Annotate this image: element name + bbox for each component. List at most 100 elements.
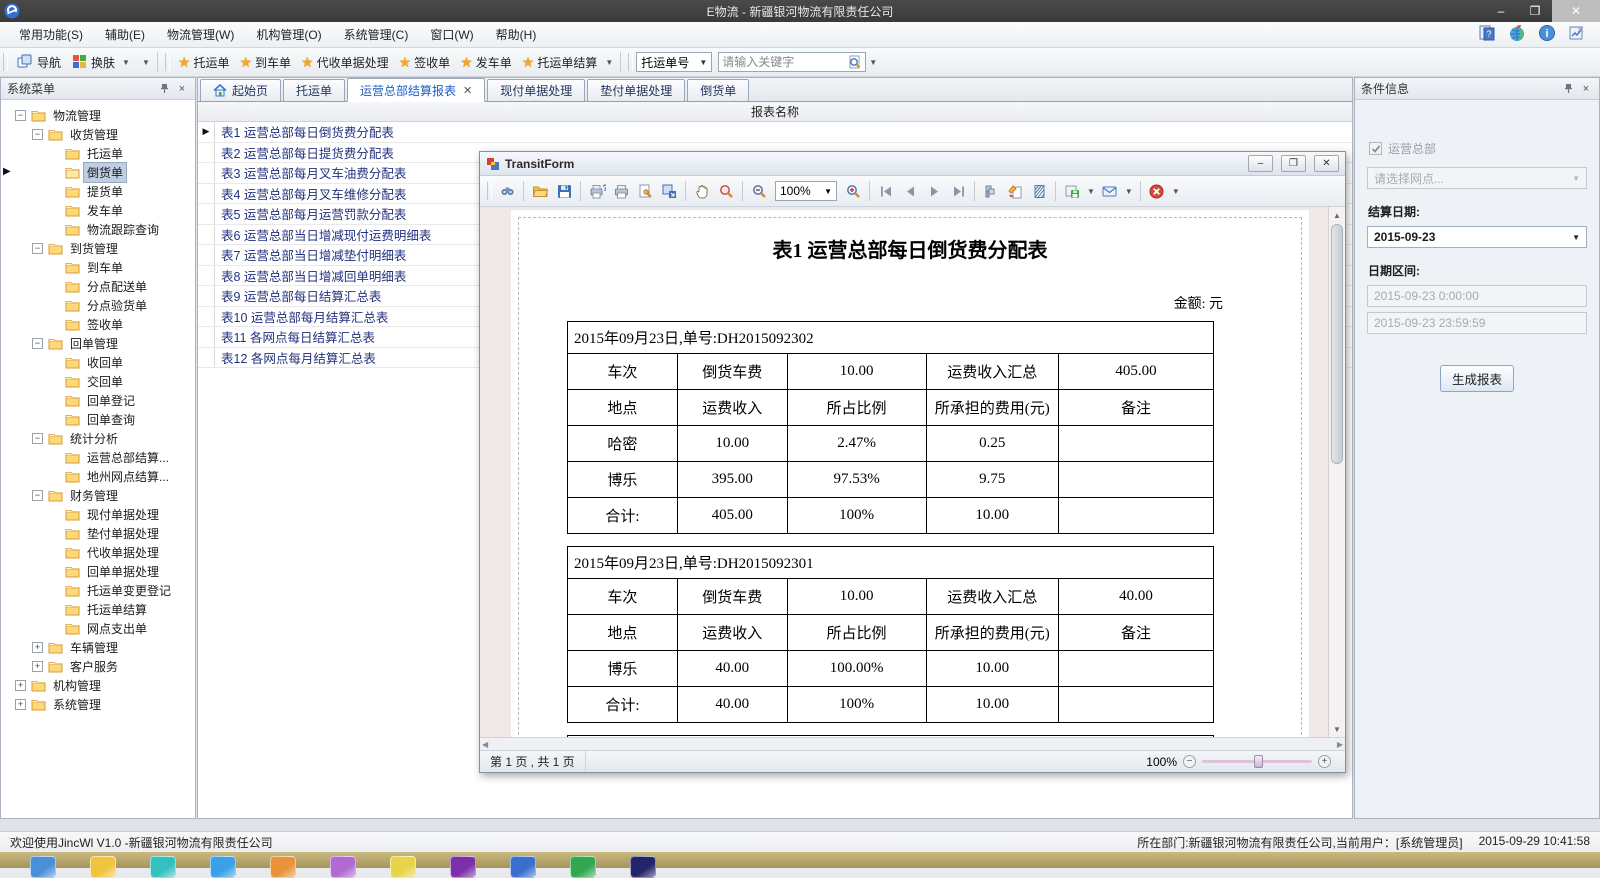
open-icon[interactable] — [528, 179, 552, 203]
favorite-0[interactable]: ★托运单 — [173, 51, 235, 74]
tree-item-收货管理[interactable]: −收货管理 — [1, 125, 195, 144]
tree-item-代收单据处理[interactable]: 代收单据处理 — [1, 543, 195, 562]
watermark-icon[interactable] — [1027, 179, 1051, 203]
tree-item-运营总部结算...[interactable]: 运营总部结算... — [1, 448, 195, 467]
taskbar-icon-8[interactable] — [510, 856, 536, 878]
tree-item-到货管理[interactable]: −到货管理 — [1, 239, 195, 258]
expand-icon[interactable]: + — [15, 699, 26, 710]
tree-item-统计分析[interactable]: −统计分析 — [1, 429, 195, 448]
taskbar-icon-2[interactable] — [150, 856, 176, 878]
favorite-3[interactable]: ★签收单 — [394, 51, 456, 74]
expand-icon[interactable]: + — [32, 661, 43, 672]
tree-item-发车单[interactable]: 发车单 — [1, 201, 195, 220]
horizontal-scrollbar[interactable]: ◀ ▶ — [480, 737, 1345, 750]
toolbar-overflow-icon[interactable]: ▼ — [139, 58, 153, 67]
tab-托运单[interactable]: 托运单 — [283, 79, 345, 101]
skin-dropdown-icon[interactable]: ▼ — [119, 58, 133, 67]
tree-item-托运单[interactable]: 托运单 — [1, 144, 195, 163]
collapse-icon[interactable]: − — [32, 433, 43, 444]
navigate-button[interactable]: 导航 — [11, 51, 67, 74]
search-field-combo[interactable]: 托运单号 ▼ — [636, 52, 712, 72]
tab-倒货单[interactable]: 倒货单 — [687, 79, 749, 101]
tree-item-现付单据处理[interactable]: 现付单据处理 — [1, 505, 195, 524]
search-icon[interactable] — [847, 55, 862, 70]
page-setup-icon[interactable] — [633, 179, 657, 203]
close-button[interactable]: ✕ — [1552, 0, 1600, 22]
tree-item-物流管理[interactable]: −物流管理 — [1, 106, 195, 125]
tree-item-分点配送单[interactable]: 分点配送单 — [1, 277, 195, 296]
menu-item-0[interactable]: 常用功能(S) — [8, 22, 94, 47]
favorite-5[interactable]: ★托运单结算 — [517, 51, 603, 74]
tree-item-客户服务[interactable]: +客户服务 — [1, 657, 195, 676]
favorite-1[interactable]: ★到车单 — [234, 51, 296, 74]
tf-minimize-button[interactable]: – — [1248, 155, 1273, 172]
pin-icon[interactable] — [1561, 82, 1575, 96]
print-icon[interactable] — [609, 179, 633, 203]
tf-maximize-button[interactable]: ❐ — [1281, 155, 1306, 172]
expand-icon[interactable]: + — [15, 680, 26, 691]
taskbar-icon-5[interactable] — [330, 856, 356, 878]
zoom-select-icon[interactable] — [714, 179, 738, 203]
zoom-level-select[interactable]: 100%▼ — [775, 181, 837, 201]
collapse-icon[interactable]: − — [32, 490, 43, 501]
minimize-button[interactable]: – — [1484, 0, 1518, 22]
generate-report-button[interactable]: 生成报表 — [1440, 365, 1514, 392]
scroll-thumb[interactable] — [1331, 224, 1343, 464]
fill-icon[interactable] — [1003, 179, 1027, 203]
taskbar-icon-9[interactable] — [570, 856, 596, 878]
next-page-icon[interactable] — [922, 179, 946, 203]
menu-item-4[interactable]: 系统管理(C) — [333, 22, 420, 47]
tree-item-到车单[interactable]: 到车单 — [1, 258, 195, 277]
tree-item-机构管理[interactable]: +机构管理 — [1, 676, 195, 695]
tree-item-地州网点结算...[interactable]: 地州网点结算... — [1, 467, 195, 486]
tree-item-车辆管理[interactable]: +车辆管理 — [1, 638, 195, 657]
taskbar-icon-3[interactable] — [210, 856, 236, 878]
zoom-plus-button[interactable]: + — [1318, 755, 1331, 768]
dropdown-icon[interactable]: ▼ — [1084, 187, 1098, 196]
taskbar-icon-0[interactable] — [30, 856, 56, 878]
vertical-scrollbar[interactable]: ▲ ▼ — [1328, 207, 1345, 737]
last-page-icon[interactable] — [946, 179, 970, 203]
stats-icon[interactable] — [1568, 24, 1586, 42]
tree-item-物流跟踪查询[interactable]: 物流跟踪查询 — [1, 220, 195, 239]
zoom-slider[interactable] — [1202, 760, 1312, 763]
taskbar-icon-6[interactable] — [390, 856, 416, 878]
restore-button[interactable]: ❐ — [1518, 0, 1552, 22]
pan-icon[interactable] — [690, 179, 714, 203]
bookmark-icon[interactable] — [979, 179, 1003, 203]
tree-item-交回单[interactable]: 交回单 — [1, 372, 195, 391]
tf-close-button[interactable]: ✕ — [1314, 155, 1339, 172]
collapse-icon[interactable]: − — [15, 110, 26, 121]
tab-close-icon[interactable]: ✕ — [463, 84, 472, 97]
tree-item-财务管理[interactable]: −财务管理 — [1, 486, 195, 505]
zoom-minus-button[interactable]: − — [1183, 755, 1196, 768]
taskbar-icon-1[interactable] — [90, 856, 116, 878]
tree-item-托运单变更登记[interactable]: 托运单变更登记 — [1, 581, 195, 600]
scroll-right-icon[interactable]: ▶ — [1337, 740, 1343, 749]
search-overflow-icon[interactable]: ▼ — [866, 58, 880, 67]
scroll-down-icon[interactable]: ▼ — [1329, 721, 1345, 737]
tree-item-回单单据处理[interactable]: 回单单据处理 — [1, 562, 195, 581]
favorite-4[interactable]: ★发车单 — [455, 51, 517, 74]
globe-icon[interactable] — [1508, 24, 1526, 42]
zoom-slider-thumb[interactable] — [1254, 755, 1263, 768]
favorite-2[interactable]: ★代收单据处理 — [296, 51, 394, 74]
collapse-icon[interactable]: − — [32, 129, 43, 140]
tab-运营总部结算报表[interactable]: 运营总部结算报表✕ — [347, 78, 485, 102]
taskbar-icon-10[interactable] — [630, 856, 656, 878]
expand-icon[interactable]: + — [32, 642, 43, 653]
email-icon[interactable] — [1098, 179, 1122, 203]
scroll-up-icon[interactable]: ▲ — [1329, 207, 1345, 223]
info-icon[interactable]: i — [1538, 24, 1556, 42]
tab-现付单据处理[interactable]: 现付单据处理 — [487, 79, 585, 101]
hq-checkbox[interactable] — [1369, 142, 1382, 155]
tree-item-回单登记[interactable]: 回单登记 — [1, 391, 195, 410]
close-panel-icon[interactable]: × — [175, 82, 189, 96]
tree-item-倒货单[interactable]: 倒货单 — [1, 163, 195, 182]
zoom-in-icon[interactable] — [841, 179, 865, 203]
tree-item-网点支出单[interactable]: 网点支出单 — [1, 619, 195, 638]
zoom-out-icon[interactable] — [747, 179, 771, 203]
export-icon[interactable] — [1060, 179, 1084, 203]
report-list-item[interactable]: ▶表1 运营总部每日倒货费分配表 — [198, 122, 1352, 143]
tree-item-分点验货单[interactable]: 分点验货单 — [1, 296, 195, 315]
